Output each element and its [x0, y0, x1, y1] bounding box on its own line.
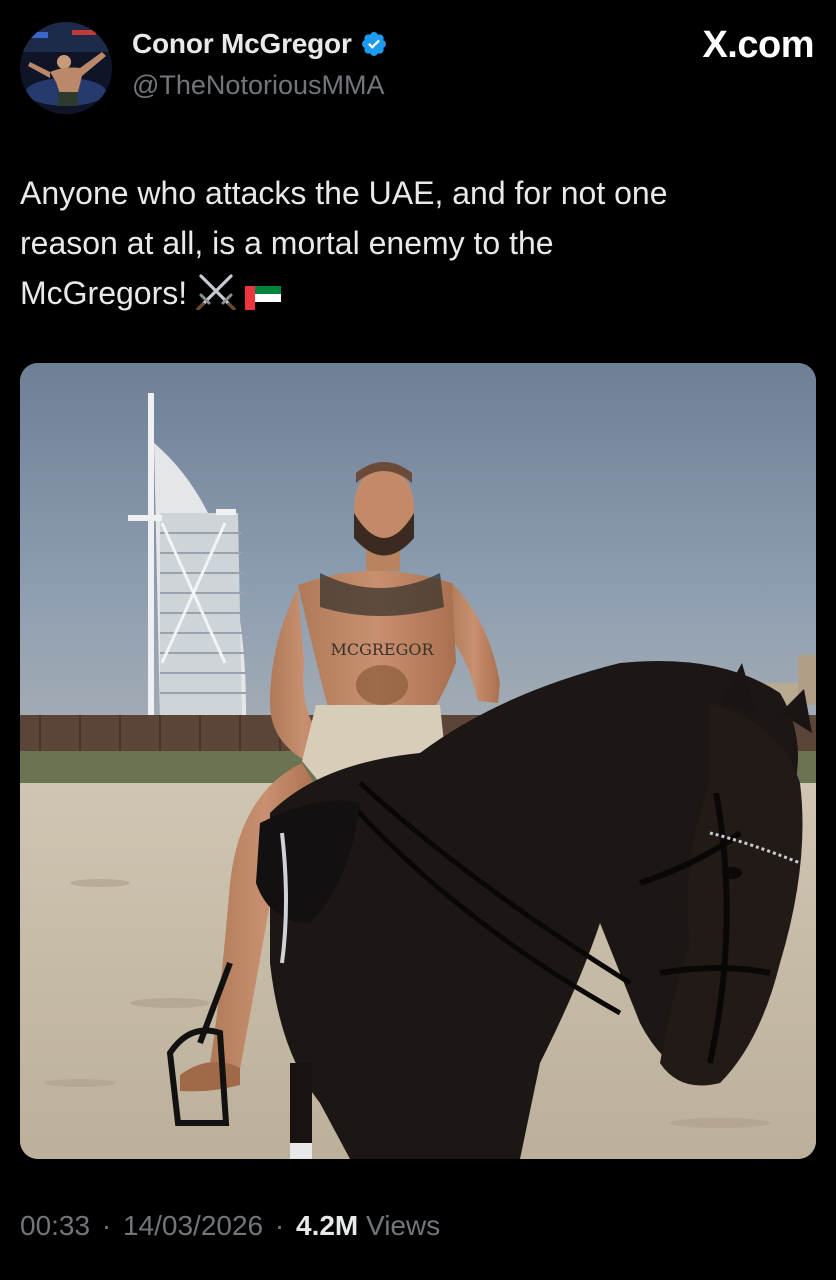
tweet-text-line: reason at all, is a mortal enemy to the — [20, 225, 554, 261]
author-name-row: Conor McGregor — [132, 28, 388, 60]
tattoo-text: MCGREGOR — [330, 640, 434, 659]
avatar[interactable] — [20, 22, 112, 114]
tweet-text: Anyone who attacks the UAE, and for not … — [20, 168, 800, 324]
tweet-date[interactable]: 14/03/2026 — [123, 1210, 263, 1241]
tweet-media-image[interactable]: MCGREGOR — [20, 363, 816, 1159]
meta-separator: · — [101, 1210, 112, 1241]
verified-badge-icon — [360, 30, 388, 58]
views-label: Views — [366, 1210, 441, 1241]
tweet-text-line: Anyone who attacks the UAE, and for not … — [20, 175, 668, 211]
author-name[interactable]: Conor McGregor — [132, 28, 352, 60]
tweet-time[interactable]: 00:33 — [20, 1210, 90, 1241]
views-count[interactable]: 4.2M — [296, 1210, 358, 1241]
crossed-swords-icon — [195, 272, 237, 324]
photo-horse-rider: MCGREGOR — [20, 363, 816, 1159]
uae-flag-icon — [245, 274, 282, 324]
tweet-text-line: McGregors! — [20, 268, 800, 324]
avatar-photo — [20, 22, 112, 114]
site-watermark: X.com — [702, 24, 814, 66]
tweet-meta-row: 00:33 · 14/03/2026 · 4.2M Views — [20, 1210, 440, 1242]
meta-separator: · — [274, 1210, 285, 1241]
author-handle[interactable]: @TheNotoriousMMA — [132, 70, 384, 101]
tweet-text-fragment: McGregors! — [20, 275, 188, 311]
tweet-header: Conor McGregor @TheNotoriousMMA — [20, 22, 816, 114]
